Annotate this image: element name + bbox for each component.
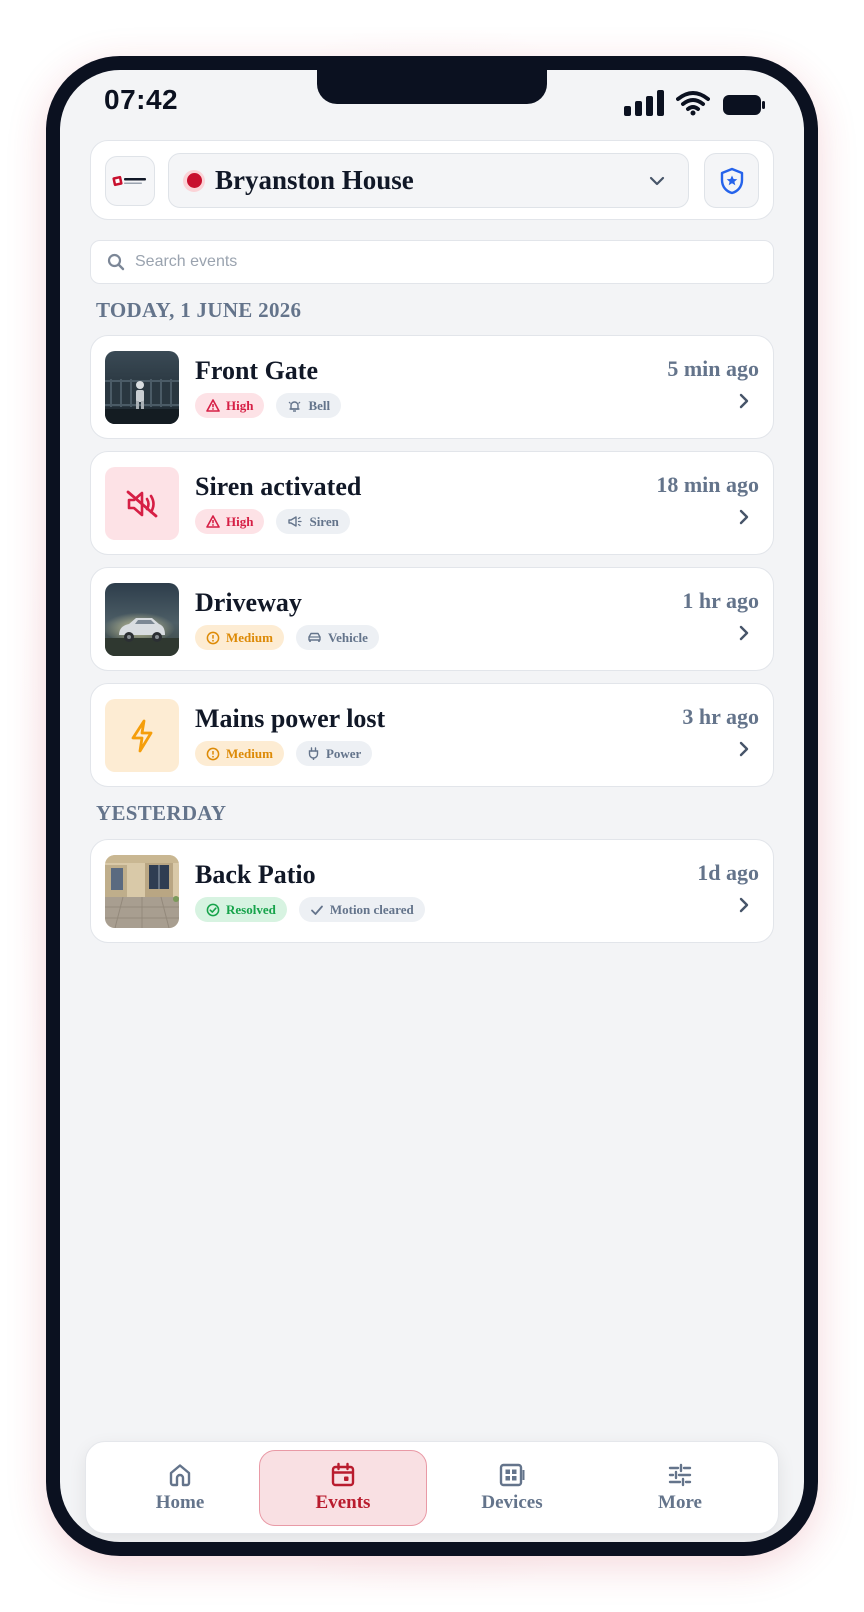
check-icon — [310, 905, 323, 915]
brand-logo-icon — [112, 175, 146, 187]
security-shield-button[interactable] — [704, 153, 759, 208]
event-title: Driveway — [195, 588, 302, 617]
type-label: Vehicle — [327, 629, 368, 645]
event-time: 1d ago — [697, 860, 759, 885]
type-badge: Bell — [276, 393, 342, 418]
site-header: Bryanston House — [90, 140, 774, 220]
chevron-right-icon — [739, 509, 749, 525]
severity-badge: Medium — [195, 741, 284, 766]
severity-badge: Medium — [195, 625, 284, 650]
event-time: 3 hr ago — [682, 704, 759, 729]
type-badge: Vehicle — [295, 625, 379, 650]
status-time: 07:42 — [104, 84, 179, 115]
event-card-back-patio[interactable]: Back Patio 1d ago Resolved Motion cleare… — [90, 839, 774, 943]
type-label: Motion cleared — [329, 901, 414, 917]
status-icons — [624, 86, 766, 116]
brand-logo[interactable] — [105, 156, 155, 206]
nav-devices[interactable]: Devices — [428, 1450, 596, 1526]
site-selector[interactable]: Bryanston House — [168, 153, 689, 208]
event-thumbnail — [105, 583, 179, 656]
type-label: Bell — [308, 397, 331, 413]
event-card-mains-power[interactable]: Mains power lost 3 hr ago Medium Power — [90, 683, 774, 787]
lightning-icon — [131, 719, 153, 752]
type-badge: Power — [295, 741, 373, 766]
search-bar[interactable] — [90, 240, 774, 284]
event-time: 5 min ago — [667, 356, 759, 381]
severity-badge: Resolved — [195, 897, 287, 922]
calendar-icon — [331, 1462, 355, 1487]
alert-circle-icon — [206, 631, 220, 644]
bell-icon — [289, 400, 301, 412]
section-label-yesterday: YESTERDAY — [96, 801, 227, 825]
plug-icon — [308, 746, 319, 760]
severity-badge: High — [195, 509, 265, 534]
type-label: Siren — [309, 513, 339, 529]
event-title: Mains power lost — [195, 704, 386, 733]
nav-label: More — [658, 1492, 702, 1513]
shield-icon — [720, 167, 743, 194]
battery-icon — [723, 95, 765, 115]
site-name: Bryanston House — [215, 165, 414, 195]
nav-label: Events — [315, 1492, 371, 1513]
type-badge: Siren — [276, 509, 350, 534]
event-thumbnail — [105, 855, 179, 928]
nav-events[interactable]: Events — [259, 1450, 427, 1526]
home-icon — [169, 1464, 191, 1487]
severity-label: Medium — [226, 745, 273, 761]
nav-more[interactable]: More — [596, 1450, 764, 1526]
search-input[interactable] — [135, 253, 735, 271]
sliders-icon — [668, 1463, 692, 1487]
event-time: 1 hr ago — [682, 588, 759, 613]
event-title: Back Patio — [195, 860, 316, 889]
event-title: Siren activated — [195, 472, 362, 501]
chevron-right-icon — [739, 625, 749, 641]
megaphone-icon — [288, 516, 303, 527]
siren-muted-icon — [126, 490, 158, 517]
severity-label: High — [226, 513, 254, 529]
warning-triangle-icon — [206, 515, 220, 528]
search-icon — [107, 253, 125, 271]
severity-badge: High — [195, 393, 265, 418]
event-thumbnail — [105, 351, 179, 424]
severity-label: Resolved — [226, 901, 276, 917]
bottom-nav: Home Events Devices More — [85, 1441, 779, 1534]
nav-home[interactable]: Home — [96, 1450, 264, 1526]
nav-label: Devices — [481, 1492, 543, 1513]
phone-frame: 07:42 Bryanston House Search events TODA… — [46, 56, 818, 1556]
signal-icon — [624, 90, 664, 116]
check-circle-icon — [206, 903, 220, 916]
wifi-icon — [676, 91, 710, 116]
app-screen: 07:42 Bryanston House Search events TODA… — [60, 70, 804, 1542]
chevron-right-icon — [739, 741, 749, 757]
chevron-right-icon — [739, 393, 749, 409]
type-label: Power — [325, 745, 362, 761]
chevron-down-icon — [649, 176, 665, 186]
car-icon — [308, 632, 321, 642]
event-thumbnail — [105, 699, 179, 772]
site-status-dot — [183, 169, 205, 192]
severity-label: High — [226, 397, 254, 413]
event-thumbnail — [105, 467, 179, 540]
severity-label: Medium — [226, 629, 273, 645]
event-card-siren[interactable]: Siren activated 18 min ago High Siren — [90, 451, 774, 555]
alert-circle-icon — [206, 747, 220, 760]
event-title: Front Gate — [195, 356, 318, 385]
chevron-right-icon — [739, 897, 749, 913]
devices-icon — [499, 1463, 525, 1487]
nav-label: Home — [155, 1492, 205, 1513]
type-badge: Motion cleared — [298, 897, 425, 922]
event-time: 18 min ago — [656, 472, 759, 497]
warning-triangle-icon — [206, 399, 220, 412]
notch — [317, 70, 547, 104]
event-card-driveway[interactable]: Driveway 1 hr ago Medium Vehicle — [90, 567, 774, 671]
event-card-front-gate[interactable]: Front Gate 5 min ago High Bell — [90, 335, 774, 439]
section-label-today: TODAY, 1 JUNE 2026 — [96, 298, 302, 322]
